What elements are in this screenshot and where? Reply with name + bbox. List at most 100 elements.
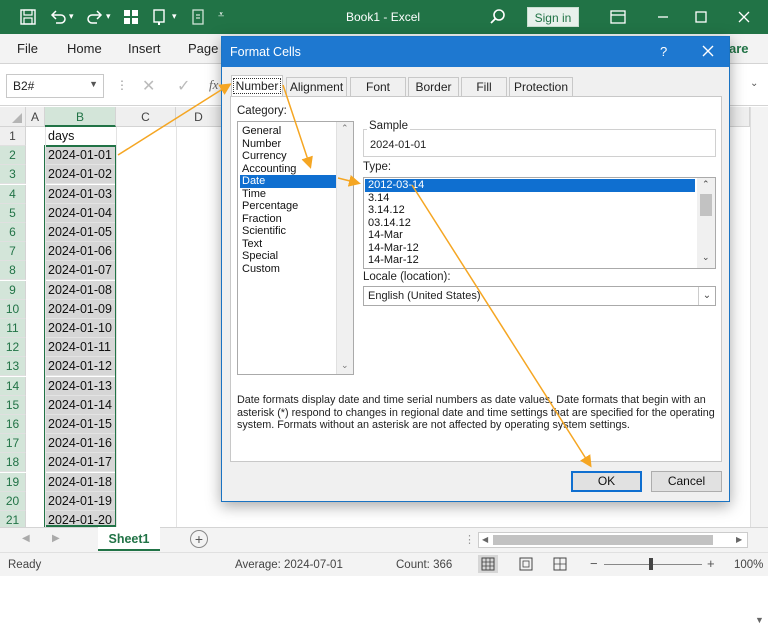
zoom-slider[interactable] bbox=[604, 564, 702, 565]
row-header[interactable]: 19 bbox=[0, 472, 26, 492]
sheet-tab-sheet1[interactable]: Sheet1 bbox=[98, 527, 160, 551]
tab-insert[interactable]: Insert bbox=[128, 41, 161, 56]
category-item[interactable]: Time bbox=[240, 188, 336, 201]
category-item[interactable]: Scientific bbox=[240, 225, 336, 238]
category-item[interactable]: Fraction bbox=[240, 213, 336, 226]
row-header[interactable]: 14 bbox=[0, 376, 26, 396]
vertical-scrollbar[interactable]: ▼ bbox=[750, 107, 768, 625]
row-header[interactable]: 1 bbox=[0, 127, 26, 146]
row-header[interactable]: 20 bbox=[0, 491, 26, 511]
tab-home[interactable]: Home bbox=[67, 41, 102, 56]
page-layout-view-icon[interactable] bbox=[516, 555, 536, 573]
expand-formula-bar-icon[interactable]: ⌄ bbox=[750, 78, 758, 89]
save-icon[interactable] bbox=[18, 7, 38, 27]
category-list[interactable]: General Number Currency Accounting Date Time P… bbox=[237, 121, 354, 375]
normal-view-icon[interactable] bbox=[478, 555, 498, 573]
tab-file[interactable]: File bbox=[17, 41, 38, 56]
insert-function-icon[interactable]: fx bbox=[209, 77, 218, 93]
paste-dropdown-icon[interactable]: ▾ bbox=[172, 11, 177, 22]
cancel-button[interactable]: Cancel bbox=[651, 471, 722, 492]
row-header[interactable]: 18 bbox=[0, 453, 26, 473]
category-item[interactable]: General bbox=[240, 125, 336, 138]
select-all-corner[interactable] bbox=[0, 107, 26, 127]
tab-protection[interactable]: Protection bbox=[509, 77, 573, 96]
scroll-up-icon[interactable]: ⌃ bbox=[341, 123, 349, 134]
undo-dropdown-icon[interactable]: ▾ bbox=[69, 11, 74, 22]
category-scrollbar[interactable]: ⌃ ⌄ bbox=[336, 122, 353, 374]
type-list[interactable]: 2012-03-14 3.14 3.14.12 03.14.12 14-Mar 14-Ma… bbox=[363, 177, 716, 269]
ok-button[interactable]: OK bbox=[571, 471, 642, 492]
undo-icon[interactable] bbox=[48, 7, 68, 27]
column-header-c[interactable]: C bbox=[116, 107, 176, 127]
category-item[interactable]: Text bbox=[240, 238, 336, 251]
locale-select[interactable]: English (United States) ⌄ bbox=[363, 286, 716, 306]
scroll-left-icon[interactable]: ◀ bbox=[482, 535, 488, 544]
row-header[interactable]: 16 bbox=[0, 415, 26, 434]
row-header[interactable]: 13 bbox=[0, 357, 26, 377]
ribbon-display-icon[interactable] bbox=[608, 7, 628, 27]
dialog-close-icon[interactable] bbox=[699, 42, 717, 60]
row-header[interactable]: 9 bbox=[0, 280, 26, 300]
zoom-out-icon[interactable]: − bbox=[590, 556, 598, 571]
scroll-down-icon[interactable]: ▼ bbox=[755, 615, 764, 625]
category-item[interactable]: Percentage bbox=[240, 200, 336, 213]
scroll-down-icon[interactable]: ⌄ bbox=[702, 252, 710, 263]
category-item[interactable]: Accounting bbox=[240, 163, 336, 176]
category-item[interactable]: Date bbox=[240, 175, 336, 188]
name-box[interactable]: B2# ▼ bbox=[6, 74, 104, 98]
horizontal-scrollbar[interactable]: ◀ ▶ bbox=[478, 532, 748, 548]
tab-alignment[interactable]: Alignment bbox=[286, 77, 347, 96]
tab-splitter-icon[interactable]: ⋮ bbox=[464, 533, 475, 546]
row-header[interactable]: 11 bbox=[0, 319, 26, 338]
category-item[interactable]: Custom bbox=[240, 263, 336, 276]
tab-fill[interactable]: Fill bbox=[461, 77, 507, 96]
type-item[interactable]: 14-Mar-12 bbox=[365, 242, 695, 255]
tab-page-layout[interactable]: Page bbox=[188, 41, 218, 56]
scroll-up-icon[interactable]: ⌃ bbox=[702, 179, 710, 190]
zoom-in-icon[interactable]: + bbox=[707, 556, 715, 571]
column-header-extra[interactable] bbox=[730, 107, 750, 127]
column-header-b[interactable]: B bbox=[45, 107, 116, 127]
type-item[interactable]: 3.14 bbox=[365, 192, 695, 205]
chevron-down-icon[interactable]: ▼ bbox=[89, 79, 98, 89]
row-header[interactable]: 10 bbox=[0, 299, 26, 319]
maximize-icon[interactable] bbox=[691, 7, 711, 27]
type-item[interactable]: 14-Mar bbox=[365, 229, 695, 242]
row-header[interactable]: 15 bbox=[0, 395, 26, 415]
zoom-slider-thumb[interactable] bbox=[649, 558, 653, 570]
dialog-title-bar[interactable]: Format Cells ? bbox=[222, 37, 729, 67]
zoom-level[interactable]: 100% bbox=[734, 559, 763, 571]
page-break-view-icon[interactable] bbox=[550, 555, 570, 573]
tab-number[interactable]: Number bbox=[231, 75, 283, 97]
type-scrollbar[interactable]: ⌃ ⌄ bbox=[697, 178, 715, 268]
tab-font[interactable]: Font bbox=[350, 77, 406, 96]
row-header[interactable]: 3 bbox=[0, 165, 26, 185]
row-header[interactable]: 8 bbox=[0, 261, 26, 281]
row-header[interactable]: 12 bbox=[0, 338, 26, 358]
cell-b1-header[interactable]: days bbox=[45, 127, 116, 146]
type-item[interactable]: 14-Mar-12 bbox=[365, 254, 695, 267]
grid-icon[interactable] bbox=[121, 7, 141, 27]
row-header[interactable]: 17 bbox=[0, 434, 26, 454]
redo-icon[interactable] bbox=[85, 7, 105, 27]
category-item[interactable]: Number bbox=[240, 138, 336, 151]
row-header[interactable]: 5 bbox=[0, 203, 26, 223]
add-sheet-icon[interactable]: + bbox=[190, 530, 208, 548]
next-sheet-icon[interactable]: ▶ bbox=[52, 533, 60, 544]
row-header[interactable]: 2 bbox=[0, 146, 26, 166]
customize-qat-icon[interactable]: ⩡ bbox=[218, 9, 224, 22]
close-icon[interactable] bbox=[734, 7, 754, 27]
column-header-a[interactable]: A bbox=[26, 107, 45, 127]
type-item[interactable]: 2012-03-14 bbox=[365, 179, 695, 192]
sign-in-button[interactable]: Sign in bbox=[527, 7, 579, 27]
minimize-icon[interactable] bbox=[653, 7, 673, 27]
enter-icon[interactable]: ✓ bbox=[177, 76, 190, 96]
row-header[interactable]: 7 bbox=[0, 242, 26, 262]
share-button[interactable]: are bbox=[729, 41, 749, 56]
row-header[interactable]: 6 bbox=[0, 223, 26, 242]
cancel-entry-icon[interactable]: ✕ bbox=[142, 76, 155, 96]
format-painter-icon[interactable] bbox=[150, 7, 170, 27]
attachment-icon[interactable] bbox=[188, 7, 208, 27]
type-item[interactable]: 3.14.12 bbox=[365, 204, 695, 217]
help-button[interactable]: ? bbox=[660, 44, 667, 59]
